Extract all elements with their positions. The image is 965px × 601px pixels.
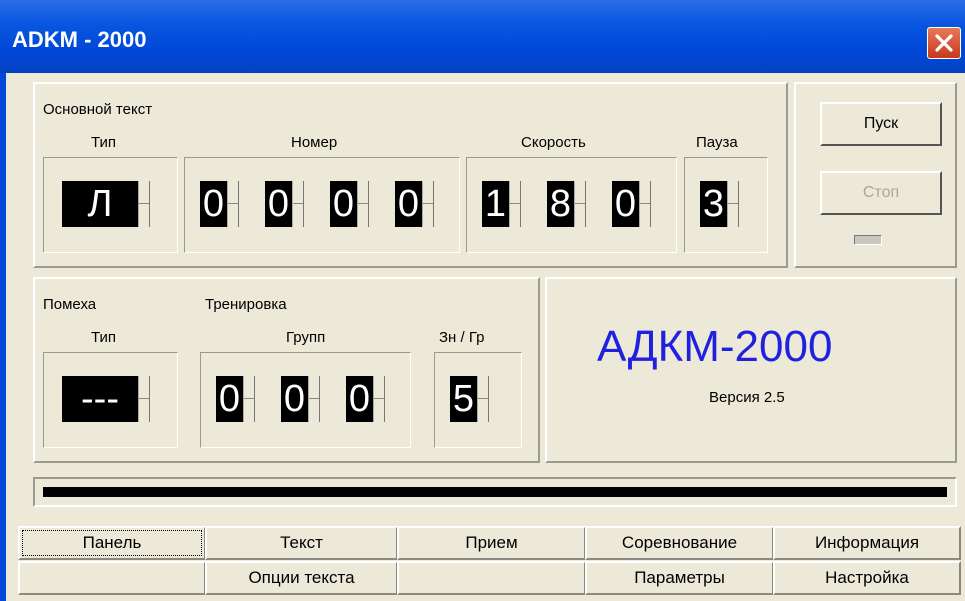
interference-training-panel: Помеха Тренировка Тип Групп Зн / Гр --- … [33,277,540,463]
groups-digit-2: 0 [281,376,308,422]
status-indicator [854,235,882,245]
interference-type-box: --- [43,352,178,448]
speed-digit-3-spinner[interactable] [639,181,651,227]
app-window: ADKM - 2000 Основной текст Тип Номер Ско… [0,0,965,601]
groups-digit-2-spinner[interactable] [308,376,320,422]
groups-box: 0 0 0 [200,352,411,448]
main-type-spinner[interactable] [138,181,150,227]
tab-панель[interactable]: Панель [18,526,206,560]
speed-digit-2: 8 [547,181,574,227]
signs-per-group-box: 5 [434,352,522,448]
close-button[interactable] [927,27,961,59]
tab-настройка[interactable]: Настройка [773,561,961,595]
speed-box: 1 8 0 [466,157,677,253]
speed-label: Скорость [521,134,586,151]
tab-опции-текста[interactable]: Опции текста [205,561,398,595]
tab-параметры[interactable]: Параметры [585,561,774,595]
signs-per-group-label: Зн / Гр [439,329,485,346]
pause-label: Пауза [696,134,738,151]
groups-digit-3: 0 [346,376,373,422]
start-button[interactable]: Пуск [820,102,942,146]
tab-focus-rect [22,530,202,556]
groups-digit-3-spinner[interactable] [373,376,385,422]
interference-type-display: --- [62,376,138,422]
interference-type-spinner[interactable] [138,376,150,422]
groups-digit-1: 0 [216,376,243,422]
about-panel: АДКМ-2000 Версия 2.5 [545,277,957,463]
number-digit-4: 0 [395,181,422,227]
groups-label: Групп [286,329,326,346]
pause-digit-spinner[interactable] [727,181,739,227]
main-type-box: Л [43,157,178,253]
product-logo-text: АДКМ-2000 [597,322,833,371]
number-digit-4-spinner[interactable] [422,181,434,227]
window-frame-left [0,73,6,601]
training-heading: Тренировка [205,296,287,313]
groups-digit-1-spinner[interactable] [243,376,255,422]
tab-empty-2-0[interactable] [18,561,206,595]
signs-per-group-spinner[interactable] [477,376,489,422]
number-digit-1: 0 [200,181,227,227]
main-text-heading: Основной текст [43,101,153,118]
stop-button[interactable]: Стоп [820,171,942,215]
close-icon [935,34,953,52]
main-type-display: Л [62,181,138,227]
pause-box: 3 [684,157,768,253]
progress-well [33,477,957,507]
speed-digit-1: 1 [482,181,509,227]
signs-per-group-digit: 5 [450,376,477,422]
tab-текст[interactable]: Текст [205,526,398,560]
tab-соревнование[interactable]: Соревнование [585,526,774,560]
speed-digit-1-spinner[interactable] [509,181,521,227]
main-text-panel: Основной текст Тип Номер Скорость Пауза … [33,82,788,268]
number-digit-3-spinner[interactable] [357,181,369,227]
tab-empty-2-2[interactable] [397,561,586,595]
speed-digit-2-spinner[interactable] [574,181,586,227]
interference-type-label: Тип [91,329,117,346]
number-digit-2: 0 [265,181,292,227]
number-label: Номер [291,134,338,151]
number-digit-1-spinner[interactable] [227,181,239,227]
title-bar[interactable]: ADKM - 2000 [0,0,965,73]
version-text: Версия 2.5 [709,389,785,406]
number-digit-2-spinner[interactable] [292,181,304,227]
interference-heading: Помеха [43,296,97,313]
progress-bar [43,487,947,497]
tab-прием[interactable]: Прием [397,526,586,560]
main-type-label: Тип [91,134,117,151]
tab-информация[interactable]: Информация [773,526,961,560]
number-digit-3: 0 [330,181,357,227]
number-box: 0 0 0 0 [184,157,460,253]
speed-digit-3: 0 [612,181,639,227]
window-title: ADKM - 2000 [12,27,147,52]
pause-digit: 3 [700,181,727,227]
